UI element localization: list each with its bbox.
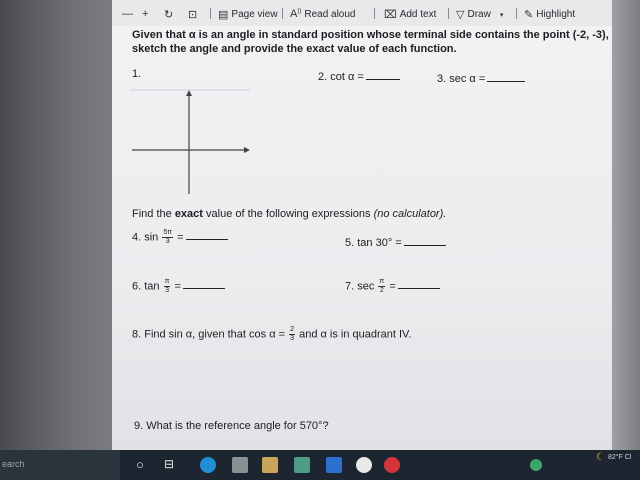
answer-blank bbox=[185, 230, 228, 241]
weather-moon-icon: ☾ bbox=[596, 452, 605, 463]
draw-icon: ▽ bbox=[456, 9, 465, 21]
toolbar-divider bbox=[516, 8, 517, 19]
chevron-down-icon: ▾ bbox=[499, 11, 504, 19]
question-6: 6. tan π3 = bbox=[132, 278, 225, 295]
question-7: 7. sec π2 = bbox=[345, 278, 440, 295]
page-view-label: Page view bbox=[231, 9, 278, 20]
chrome-icon[interactable] bbox=[356, 457, 372, 473]
instructions-italic: (no calculator). bbox=[373, 208, 447, 220]
question-2: 2. cot α = bbox=[318, 70, 400, 83]
highlight-icon: ✎ bbox=[524, 9, 534, 21]
fraction: π3 bbox=[163, 278, 171, 294]
right-surround bbox=[612, 0, 640, 450]
document-page: Given that α is an angle in standard pos… bbox=[112, 26, 612, 450]
draw-label: Draw bbox=[467, 9, 491, 20]
answer-blank bbox=[365, 70, 400, 80]
toolbar-divider bbox=[448, 8, 449, 19]
question-4: 4. sin 5π 3 = bbox=[132, 229, 228, 246]
store-icon[interactable] bbox=[326, 457, 342, 473]
toolbar-divider bbox=[210, 8, 211, 19]
question-8: 8. Find sin α, given that cos α = 23 and… bbox=[132, 326, 411, 343]
fraction: 23 bbox=[289, 326, 296, 342]
page-view-icon: ▤ bbox=[218, 9, 229, 21]
problem-header-line2: sketch the angle and provide the exact v… bbox=[132, 43, 457, 55]
page-view-button[interactable]: ▤ Page view bbox=[218, 8, 278, 21]
question-2-label: 2. cot α = bbox=[318, 71, 364, 83]
search-box[interactable]: earch bbox=[0, 450, 120, 480]
question-1-label: 1. bbox=[132, 68, 142, 80]
draw-button[interactable]: ▽ Draw ▾ bbox=[456, 8, 503, 21]
question-8-text: 8. Find sin α, given that cos α = bbox=[132, 328, 286, 341]
file-explorer-icon[interactable] bbox=[262, 457, 278, 473]
left-surround bbox=[0, 0, 112, 480]
media-app-icon[interactable] bbox=[384, 457, 400, 473]
instructions-bold: exact bbox=[174, 208, 203, 220]
start-search-icon[interactable]: ○ bbox=[136, 457, 144, 472]
fit-page-icon[interactable]: ⊡ bbox=[188, 8, 197, 21]
answer-blank bbox=[182, 279, 225, 290]
add-text-label: Add text bbox=[399, 9, 437, 20]
instructions-middle: value of the following expressions bbox=[202, 208, 374, 220]
reader-toolbar: — + ↻ ⊡ ▤ Page view A)) Read aloud ⌧ Add… bbox=[112, 0, 612, 27]
question-3-label: 3. sec α = bbox=[437, 73, 486, 85]
problem-header-line1: Given that α is an angle in standard pos… bbox=[132, 29, 609, 41]
app-icon[interactable] bbox=[294, 457, 310, 473]
weather-readout[interactable]: 82°F Cl bbox=[608, 454, 631, 461]
zoom-in-icon[interactable]: + bbox=[142, 8, 148, 20]
add-text-icon: ⌧ bbox=[384, 9, 397, 21]
section-2-instructions: Find the exact value of the following ex… bbox=[132, 208, 446, 220]
photos-app-icon[interactable] bbox=[232, 457, 248, 473]
question-8-text-end: and α is in quadrant IV. bbox=[299, 328, 412, 341]
highlight-label: Highlight bbox=[536, 9, 576, 20]
coordinate-axes-sketch bbox=[130, 89, 250, 194]
question-4-label: 4. sin bbox=[132, 231, 159, 244]
answer-blank bbox=[403, 236, 446, 246]
search-placeholder: earch bbox=[2, 459, 25, 469]
toolbar-divider bbox=[374, 8, 375, 19]
question-7-label: 7. sec bbox=[345, 280, 375, 293]
fraction: 5π 3 bbox=[162, 229, 174, 245]
question-5: 5. tan 30° = bbox=[345, 236, 446, 249]
edge-browser-icon[interactable] bbox=[200, 457, 216, 473]
read-aloud-button[interactable]: A)) Read aloud bbox=[290, 8, 356, 20]
status-icon[interactable] bbox=[530, 459, 542, 471]
question-6-label: 6. tan bbox=[132, 280, 160, 293]
task-view-icon[interactable]: ⊟ bbox=[164, 457, 174, 471]
add-text-button[interactable]: ⌧ Add text bbox=[384, 8, 436, 21]
question-3: 3. sec α = bbox=[437, 72, 526, 85]
zoom-out-icon[interactable]: — bbox=[122, 8, 133, 20]
windows-taskbar: earch ○ ⊟ ☾ 82°F Cl bbox=[0, 450, 640, 480]
highlight-button[interactable]: ✎ Highlight bbox=[524, 8, 575, 21]
answer-blank bbox=[487, 72, 526, 82]
read-aloud-label: Read aloud bbox=[304, 8, 356, 20]
read-aloud-icon: A)) bbox=[290, 8, 302, 20]
toolbar-divider bbox=[282, 8, 283, 19]
question-5-label: 5. tan 30° = bbox=[345, 237, 402, 249]
answer-blank bbox=[397, 279, 440, 290]
instructions-prefix: Find the bbox=[132, 208, 175, 220]
question-9: 9. What is the reference angle for 570°? bbox=[134, 420, 329, 432]
fraction: π2 bbox=[378, 278, 386, 294]
rotate-icon[interactable]: ↻ bbox=[164, 8, 173, 21]
